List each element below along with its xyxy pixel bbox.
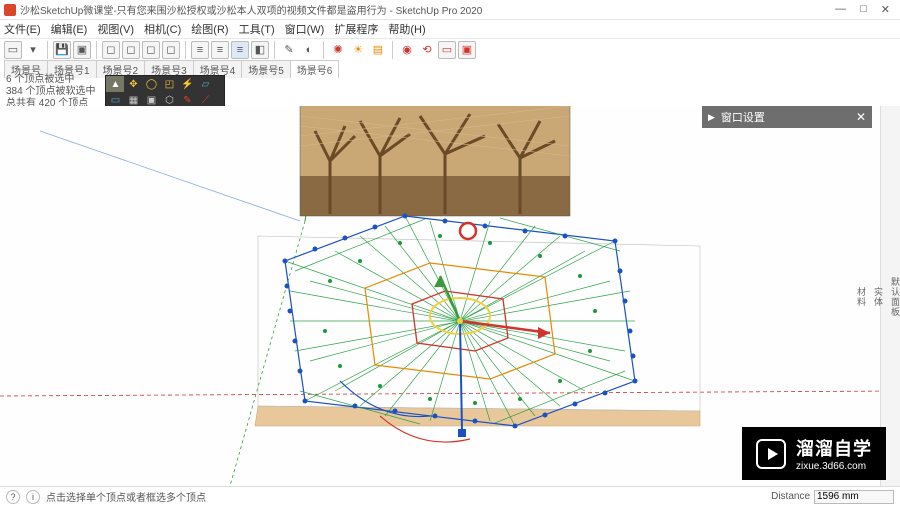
watermark-url: zixue.3d66.com xyxy=(796,461,872,472)
menu-edit[interactable]: 编辑(E) xyxy=(51,21,88,37)
window-maximize[interactable]: □ xyxy=(860,3,867,16)
menu-file[interactable]: 文件(E) xyxy=(4,21,41,37)
view-icon-3[interactable]: ◻ xyxy=(142,41,160,59)
scale-tool-icon[interactable]: ◰ xyxy=(160,76,178,92)
scene-icon[interactable]: ▭ xyxy=(438,41,456,59)
right-panel-header[interactable]: ▶ 窗口设置 ✕ xyxy=(702,106,872,128)
selection-info-strip: 6 个顶点被选中 384 个顶点被软选中 总共有 420 个顶点 ▲ ✥ ◯ ◰… xyxy=(0,78,900,106)
chevron-right-icon: ▶ xyxy=(708,112,715,123)
help-icon[interactable]: ? xyxy=(6,490,20,504)
toolbar-separator xyxy=(274,41,275,59)
selection-count-1: 6 个顶点被选中 xyxy=(6,74,95,86)
menu-draw[interactable]: 绘图(R) xyxy=(191,21,228,37)
menu-window[interactable]: 窗口(W) xyxy=(285,21,325,37)
align-icon-1[interactable]: ≡ xyxy=(191,41,209,59)
vcb-input[interactable] xyxy=(814,490,894,504)
record-icon[interactable]: ◉ xyxy=(398,41,416,59)
camera-tool-icon[interactable]: ⟲ xyxy=(418,41,436,59)
bolt-tool-icon[interactable]: ⚡ xyxy=(178,76,196,92)
tray-tab[interactable]: 默认面板 xyxy=(891,278,900,318)
color-icon[interactable]: ◧ xyxy=(251,41,269,59)
status-bar: ? i 点击选择单个顶点或者框选多个顶点 Distance xyxy=(0,486,900,506)
menu-help[interactable]: 帮助(H) xyxy=(388,21,425,37)
window-minimize[interactable]: — xyxy=(835,3,846,16)
layers-icon[interactable]: ▤ xyxy=(369,41,387,59)
vertex-tools-toolbar: ▲ ✥ ◯ ◰ ⚡ ▱ ▭ ▦ ▣ ⬡ ✎ ⟋ xyxy=(105,75,225,109)
tray-tab[interactable]: 材料 xyxy=(857,288,866,308)
window-close[interactable]: ✕ xyxy=(881,3,890,16)
render-icon[interactable]: ▣ xyxy=(458,41,476,59)
scene-tab-active[interactable]: 场景号6 xyxy=(290,60,340,78)
toolbar-main: ▭ ▾ 💾 ▣ ◻ ◻ ◻ ◻ ≡ ≡ ≡ ◧ ✎ ◐ ✺ ☀ ▤ ◉ ⟲ ▭ … xyxy=(0,38,900,60)
scene-tab[interactable]: 场景号5 xyxy=(241,60,291,78)
view-icon-1[interactable]: ◻ xyxy=(102,41,120,59)
move-tool-icon[interactable]: ✥ xyxy=(124,76,142,92)
view-icon-2[interactable]: ◻ xyxy=(122,41,140,59)
pencil-icon[interactable]: ✎ xyxy=(280,41,298,59)
status-hint: 点击选择单个顶点或者框选多个顶点 xyxy=(46,489,206,504)
menubar: 文件(E) 编辑(E) 视图(V) 相机(C) 绘图(R) 工具(T) 窗口(W… xyxy=(0,20,900,38)
watermark: 溜溜自学 zixue.3d66.com xyxy=(742,427,886,480)
align-icon-2[interactable]: ≡ xyxy=(211,41,229,59)
save-icon[interactable]: 💾 xyxy=(53,41,71,59)
brush-tool-icon[interactable]: ▱ xyxy=(196,76,214,92)
vcb-label: Distance xyxy=(771,491,810,502)
play-icon xyxy=(756,439,786,469)
selection-count-2: 384 个顶点被软选中 xyxy=(6,86,95,98)
menu-camera[interactable]: 相机(C) xyxy=(144,21,181,37)
watermark-brand: 溜溜自学 xyxy=(796,435,872,461)
window-title: 沙松SketchUp微课堂-只有您来围沙松授权或沙松本人双项的视频文件都是盗用行… xyxy=(20,2,835,17)
align-icon-3[interactable]: ≡ xyxy=(231,41,249,59)
gear-icon[interactable]: ✺ xyxy=(329,41,347,59)
menu-tools[interactable]: 工具(T) xyxy=(239,21,275,37)
toolbar-separator xyxy=(323,41,324,59)
toolbar-separator xyxy=(96,41,97,59)
group-icon[interactable]: ▣ xyxy=(73,41,91,59)
sun-icon[interactable]: ☀ xyxy=(349,41,367,59)
menu-extensions[interactable]: 扩展程序 xyxy=(334,21,378,37)
new-doc-icon[interactable]: ▭ xyxy=(4,41,22,59)
info-icon[interactable]: i xyxy=(26,490,40,504)
bulb-icon[interactable]: ◐ xyxy=(300,41,318,59)
tray-tab[interactable]: 实体 xyxy=(874,288,883,308)
toolbar-separator xyxy=(392,41,393,59)
toolbar-separator xyxy=(47,41,48,59)
view-icon-4[interactable]: ◻ xyxy=(162,41,180,59)
rotate-tool-icon[interactable]: ◯ xyxy=(142,76,160,92)
app-icon xyxy=(4,4,16,16)
select-tool-icon[interactable]: ▲ xyxy=(106,76,124,92)
toolbar-separator xyxy=(185,41,186,59)
dropdown-arrow-icon[interactable]: ▾ xyxy=(24,41,42,59)
close-icon[interactable]: ✕ xyxy=(856,110,866,124)
right-panel-title: 窗口设置 xyxy=(721,109,765,125)
menu-view[interactable]: 视图(V) xyxy=(97,21,134,37)
